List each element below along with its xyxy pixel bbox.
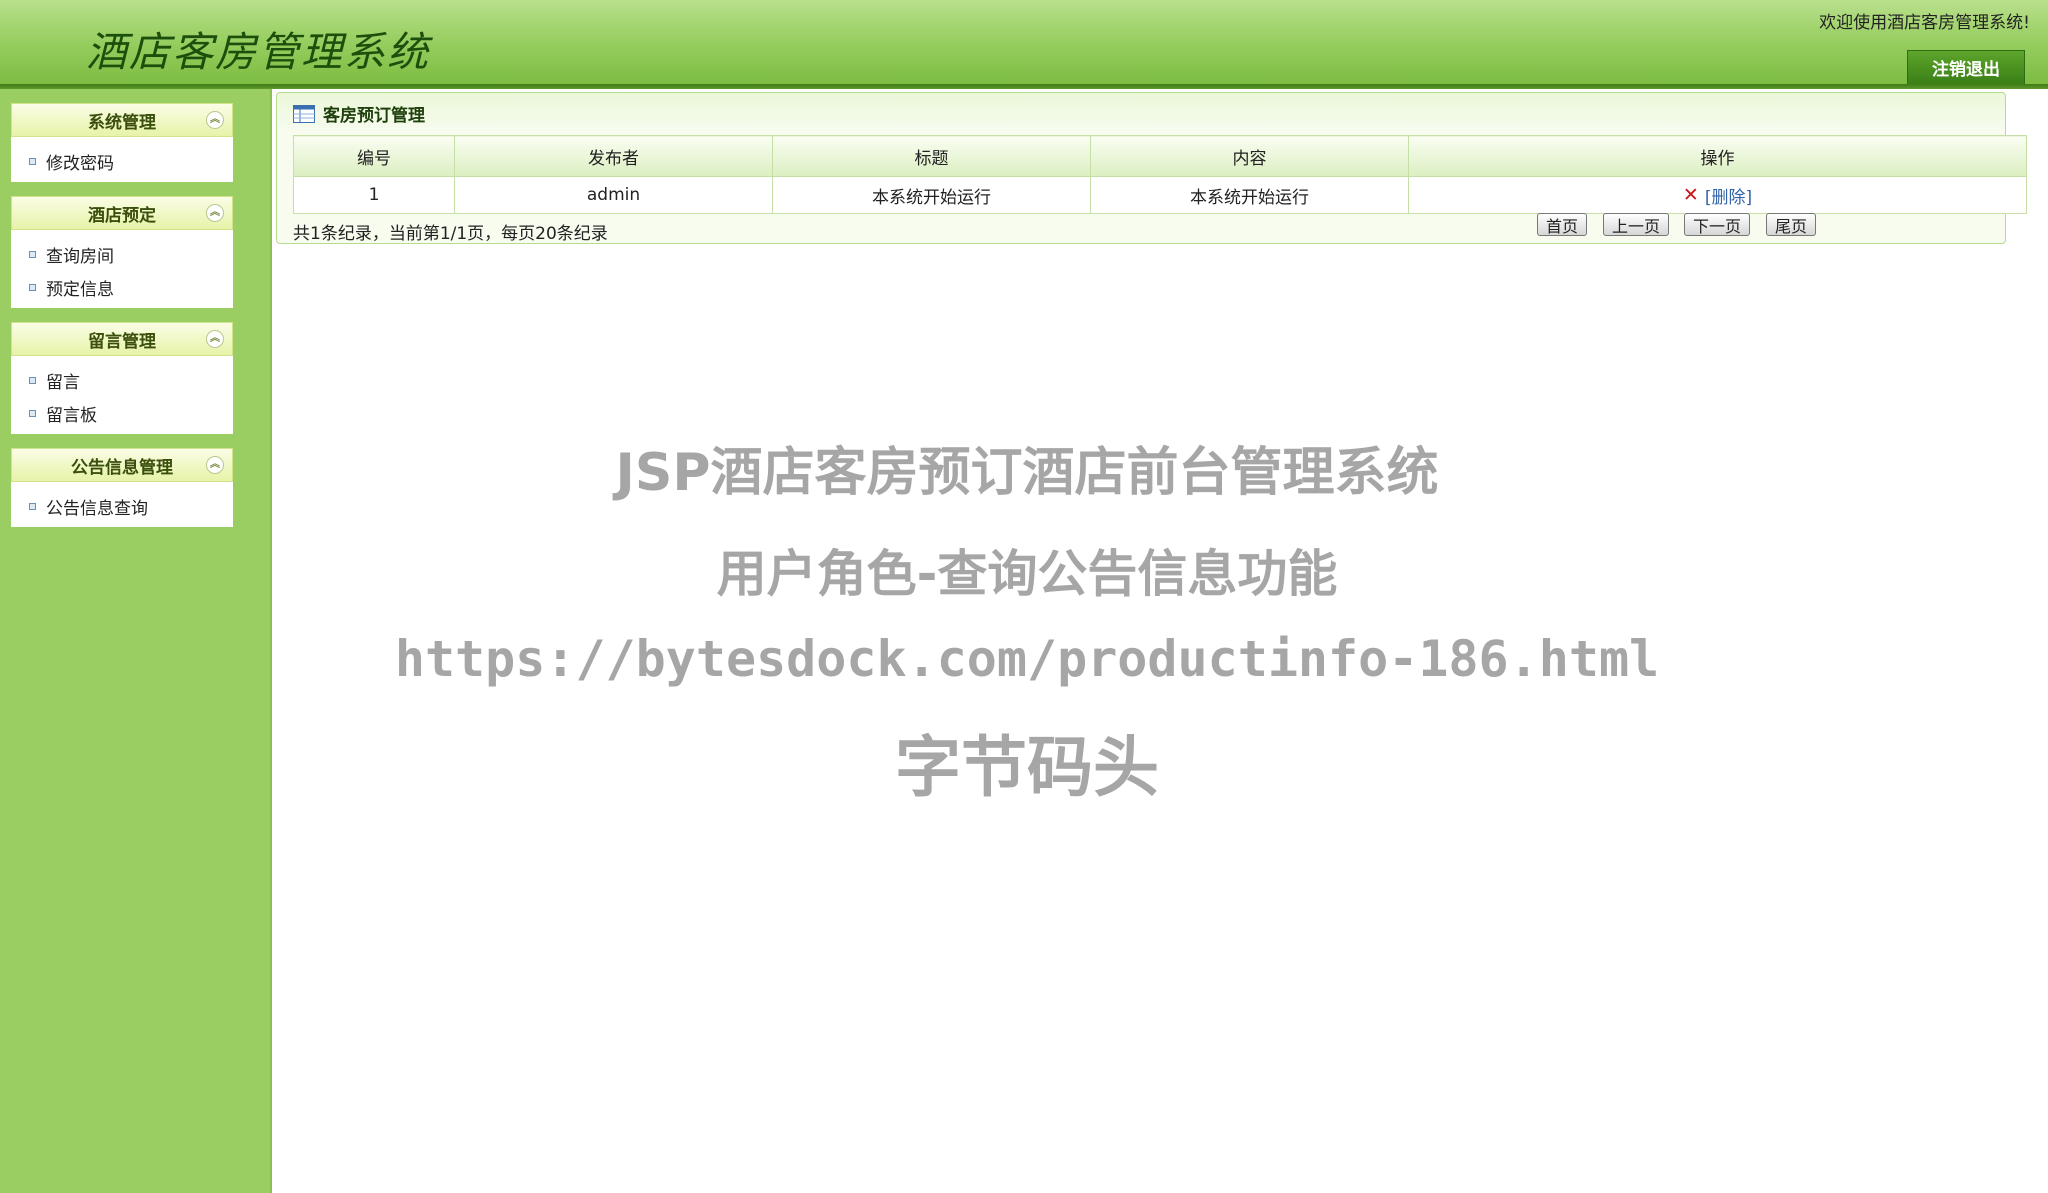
table-row: 1 admin 本系统开始运行 本系统开始运行 ✕ [删除]: [293, 176, 2027, 214]
booking-panel: 客房预订管理 编号 发布者 标题 内容 操作 1 admin 本系统开始运行 本…: [276, 92, 2027, 244]
panel-title: 客房预订管理: [293, 101, 425, 126]
menu-header-system[interactable]: 系统管理 ︽: [11, 103, 233, 137]
square-bullet-icon: [29, 284, 36, 291]
prev-page-button[interactable]: 上一页: [1603, 213, 1670, 236]
menu-header-messages[interactable]: 留言管理 ︽: [11, 322, 233, 356]
watermark-line-1: JSP酒店客房预订酒店前台管理系统: [615, 443, 1439, 503]
sidebar-item-label: 修改密码: [46, 154, 114, 174]
sidebar-item-query-rooms[interactable]: 查询房间: [11, 238, 233, 271]
header: 酒店客房管理系统 欢迎使用酒店客房管理系统! 注销退出: [0, 0, 2048, 84]
menu-header-label: 公告信息管理: [71, 457, 173, 478]
first-page-button[interactable]: 首页: [1537, 213, 1588, 236]
menu-group-system: 系统管理 ︽ 修改密码: [11, 103, 233, 182]
menu-header-announcements[interactable]: 公告信息管理 ︽: [11, 448, 233, 482]
sidebar-item-label: 留言板: [46, 406, 97, 426]
cell-action: ✕ [删除]: [1408, 176, 2027, 214]
menu-group-hotel-booking: 酒店预定 ︽ 查询房间 预定信息: [11, 196, 233, 308]
menu-header-hotel-booking[interactable]: 酒店预定 ︽: [11, 196, 233, 230]
sidebar-item-booking-info[interactable]: 预定信息: [11, 271, 233, 304]
watermark-line-2: 用户角色-查询公告信息功能: [716, 545, 1338, 603]
cell-publisher: admin: [454, 176, 773, 214]
sidebar-item-label: 预定信息: [46, 280, 114, 300]
menu-header-label: 酒店预定: [88, 205, 156, 226]
cell-title: 本系统开始运行: [772, 176, 1091, 214]
last-page-button[interactable]: 尾页: [1766, 213, 1817, 236]
panel-title-label: 客房预订管理: [323, 106, 425, 126]
menu-header-label: 留言管理: [88, 331, 156, 352]
sidebar-item-label: 公告信息查询: [46, 499, 148, 519]
sidebar: 系统管理 ︽ 修改密码 酒店预定 ︽ 查询房间 预定信息 留言管理 ︽ 留言 留…: [0, 89, 270, 1193]
sidebar-item-label: 查询房间: [46, 247, 114, 267]
pager-info: 共1条纪录，当前第1/1页，每页20条纪录: [293, 224, 608, 244]
sidebar-item-label: 留言: [46, 373, 80, 393]
next-page-button[interactable]: 下一页: [1684, 213, 1751, 236]
menu-group-announcements: 公告信息管理 ︽ 公告信息查询: [11, 448, 233, 527]
square-bullet-icon: [29, 377, 36, 384]
watermark-line-3: https://bytesdock.com/productinfo-186.ht…: [394, 630, 1660, 688]
square-bullet-icon: [29, 503, 36, 510]
x-icon[interactable]: ✕: [1683, 184, 1699, 206]
menu-group-messages: 留言管理 ︽ 留言 留言板: [11, 322, 233, 434]
logout-button[interactable]: 注销退出: [1907, 50, 2025, 84]
cell-id: 1: [293, 176, 455, 214]
sidebar-divider: [270, 89, 272, 1193]
square-bullet-icon: [29, 251, 36, 258]
column-header-content: 内容: [1090, 135, 1409, 177]
column-header-publisher: 发布者: [454, 135, 773, 177]
square-bullet-icon: [29, 410, 36, 417]
sidebar-item-change-password[interactable]: 修改密码: [11, 145, 233, 178]
watermark-line-4: 字节码头: [895, 729, 1159, 806]
sidebar-item-message[interactable]: 留言: [11, 364, 233, 397]
double-chevron-up-icon[interactable]: ︽: [206, 330, 224, 348]
app-title: 酒店客房管理系统: [86, 28, 430, 76]
column-header-id: 编号: [293, 135, 455, 177]
table-header-row: 编号 发布者 标题 内容 操作: [293, 135, 2027, 177]
delete-link[interactable]: [删除]: [1705, 183, 1752, 208]
welcome-text: 欢迎使用酒店客房管理系统!: [1819, 13, 2030, 33]
double-chevron-up-icon[interactable]: ︽: [206, 204, 224, 222]
header-divider: [0, 84, 2048, 89]
double-chevron-up-icon[interactable]: ︽: [206, 111, 224, 129]
booking-table: 编号 发布者 标题 内容 操作 1 admin 本系统开始运行 本系统开始运行 …: [293, 135, 2027, 214]
sidebar-item-announcement-query[interactable]: 公告信息查询: [11, 490, 233, 523]
double-chevron-up-icon[interactable]: ︽: [206, 456, 224, 474]
menu-header-label: 系统管理: [88, 112, 156, 133]
column-header-action: 操作: [1408, 135, 2027, 177]
square-bullet-icon: [29, 158, 36, 165]
column-header-title: 标题: [772, 135, 1091, 177]
sidebar-item-message-board[interactable]: 留言板: [11, 397, 233, 430]
table-icon: [293, 104, 315, 123]
cell-content: 本系统开始运行: [1090, 176, 1409, 214]
